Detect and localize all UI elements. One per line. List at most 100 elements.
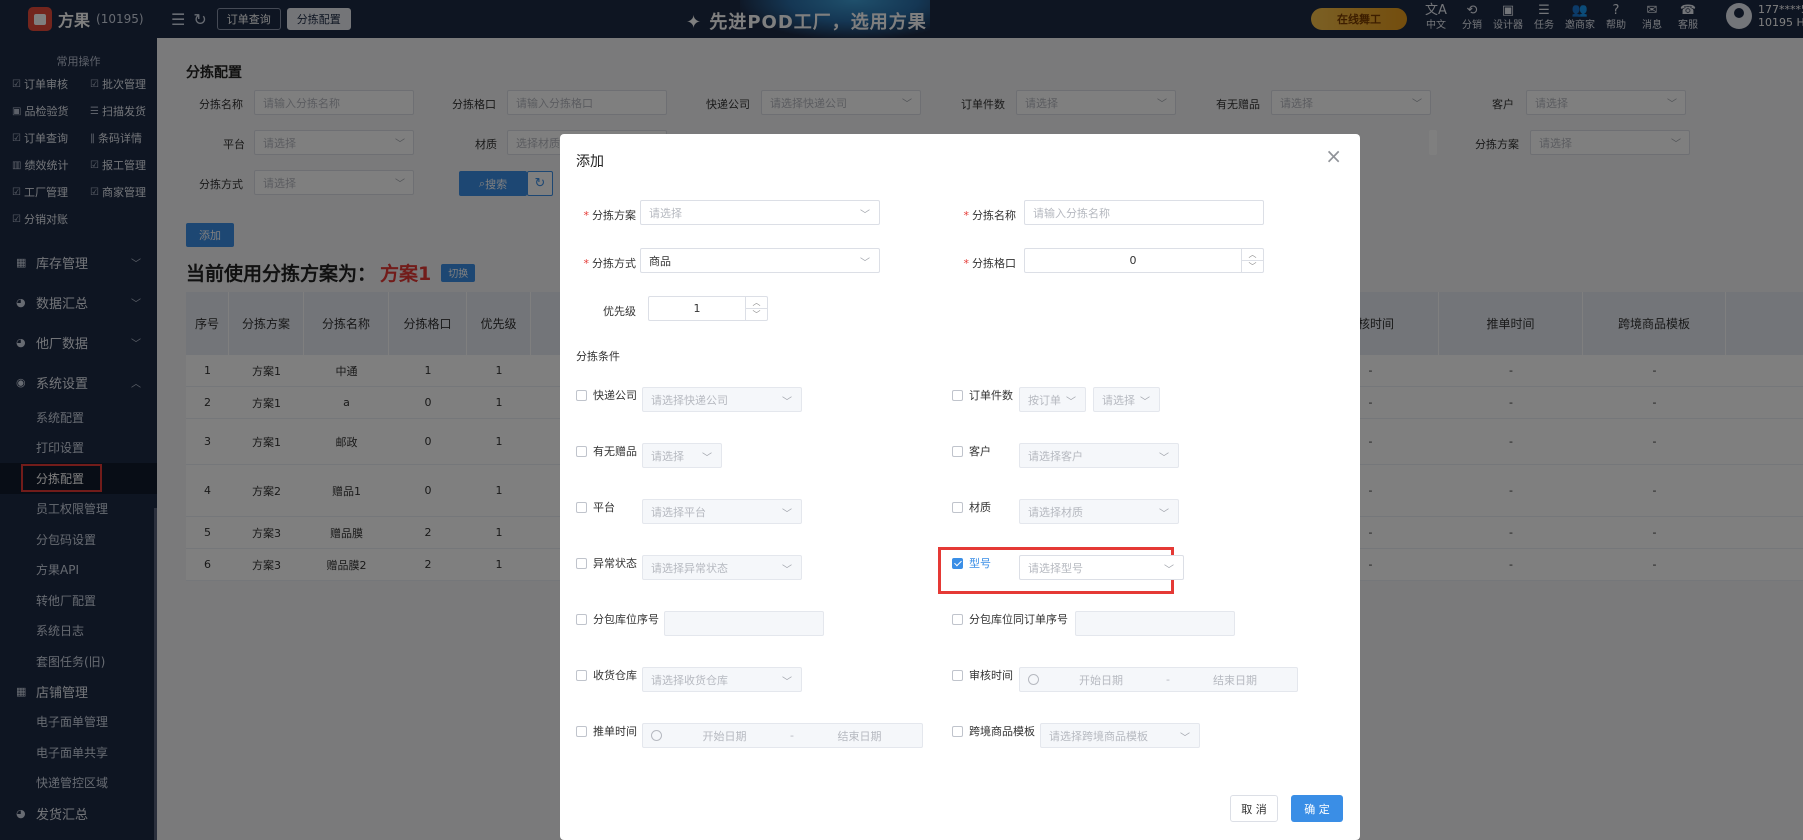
chevron-down-icon: ﹀ [1140, 397, 1150, 408]
date-end[interactable]: 结束日期 [797, 728, 922, 744]
cond-express[interactable]: 快递公司 [576, 387, 637, 403]
select-placeholder: 请选择 [651, 449, 684, 463]
cond-cross-template[interactable]: 跨境商品模板 [952, 723, 1035, 739]
audit-time-range[interactable]: 开始日期 - 结束日期 [1019, 667, 1298, 692]
date-start[interactable]: 开始日期 [1039, 672, 1163, 688]
checkbox[interactable] [576, 613, 587, 625]
push-time-range[interactable]: 开始日期 - 结束日期 [642, 723, 923, 748]
confirm-button[interactable]: 确 定 [1291, 795, 1343, 822]
cond-label: 跨境商品模板 [969, 725, 1035, 738]
field-label-plan: * 分拣方案 [576, 207, 637, 223]
model-select[interactable]: 请选择型号 ﹀ [1019, 555, 1184, 580]
pack-order-seq-input[interactable] [1075, 611, 1235, 636]
required-mark: * [963, 257, 970, 270]
material-select[interactable]: 请选择材质 ﹀ [1019, 499, 1179, 524]
chevron-down-icon: ﹀ [782, 565, 792, 576]
cond-gift[interactable]: 有无赠品 [576, 443, 637, 459]
cond-push-time[interactable]: 推单时间 [576, 723, 637, 739]
checkbox[interactable] [952, 669, 963, 681]
cond-warehouse[interactable]: 收货仓库 [576, 667, 637, 683]
stepper-value[interactable]: 0 [1025, 249, 1241, 272]
field-label-text: 分拣格口 [972, 257, 1016, 270]
select-placeholder: 请选择 [1102, 393, 1135, 407]
chevron-down-icon: ﹀ [860, 210, 870, 221]
checkbox[interactable] [576, 445, 587, 457]
order-count-mode-select[interactable]: 按订单 ﹀ [1019, 387, 1086, 412]
cond-label: 推单时间 [593, 725, 637, 738]
checkbox-checked[interactable] [952, 557, 963, 569]
chevron-down-icon: ﹀ [1180, 733, 1190, 744]
checkbox[interactable] [952, 725, 963, 737]
select-placeholder: 请选择型号 [1028, 561, 1083, 575]
checkbox[interactable] [952, 389, 963, 401]
decrement-icon[interactable]: ﹀ [1242, 261, 1263, 272]
cond-label: 快递公司 [593, 389, 637, 402]
decrement-icon[interactable]: ﹀ [746, 309, 767, 320]
cross-template-select[interactable]: 请选择跨境商品模板 ﹀ [1040, 723, 1200, 748]
chevron-down-icon: ﹀ [1164, 565, 1174, 576]
close-icon[interactable]: × [1325, 144, 1342, 168]
required-mark: * [583, 209, 590, 222]
cond-label: 客户 [969, 445, 991, 458]
required-mark: * [583, 257, 590, 270]
slot-stepper[interactable]: 0 ︿ ﹀ [1024, 248, 1264, 273]
cond-customer[interactable]: 客户 [952, 443, 991, 459]
clock-icon [651, 730, 662, 741]
checkbox[interactable] [952, 501, 963, 513]
cond-model[interactable]: 型号 [952, 555, 991, 571]
express-select[interactable]: 请选择快递公司 ﹀ [642, 387, 802, 412]
stepper-buttons: ︿ ﹀ [1241, 249, 1263, 272]
checkbox[interactable] [576, 389, 587, 401]
date-end[interactable]: 结束日期 [1173, 672, 1297, 688]
cond-abnormal[interactable]: 异常状态 [576, 555, 637, 571]
cond-label: 材质 [969, 501, 991, 514]
chevron-down-icon: ﹀ [782, 397, 792, 408]
checkbox[interactable] [576, 501, 587, 513]
order-count-select[interactable]: 请选择 ﹀ [1093, 387, 1160, 412]
cond-pack-seq[interactable]: 分包库位序号 [576, 611, 659, 627]
checkbox[interactable] [952, 445, 963, 457]
cond-pack-order-seq[interactable]: 分包库位同订单序号 [952, 611, 1068, 627]
cond-order-count[interactable]: 订单件数 [952, 387, 1013, 403]
required-mark: * [963, 209, 970, 222]
increment-icon[interactable]: ︿ [1242, 249, 1263, 261]
cond-label: 异常状态 [593, 557, 637, 570]
checkbox[interactable] [576, 725, 587, 737]
method-select[interactable]: 商品 ﹀ [640, 248, 880, 273]
select-placeholder: 请选择平台 [651, 505, 706, 519]
customer-select[interactable]: 请选择客户 ﹀ [1019, 443, 1179, 468]
abnormal-select[interactable]: 请选择异常状态 ﹀ [642, 555, 802, 580]
increment-icon[interactable]: ︿ [746, 297, 767, 309]
plan-select[interactable]: 请选择 ﹀ [640, 200, 880, 225]
chevron-down-icon: ﹀ [1066, 397, 1076, 408]
cond-label: 型号 [969, 557, 991, 570]
select-placeholder: 按订单 [1028, 393, 1061, 407]
warehouse-select[interactable]: 请选择收货仓库 ﹀ [642, 667, 802, 692]
pack-seq-input[interactable] [664, 611, 824, 636]
checkbox[interactable] [576, 557, 587, 569]
cond-platform[interactable]: 平台 [576, 499, 615, 515]
priority-stepper[interactable]: 1 ︿ ﹀ [648, 296, 768, 321]
platform-select[interactable]: 请选择平台 ﹀ [642, 499, 802, 524]
name-input[interactable]: 请输入分拣名称 [1024, 200, 1264, 225]
cancel-button[interactable]: 取 消 [1230, 795, 1278, 822]
field-label-slot: * 分拣格口 [956, 255, 1017, 271]
select-placeholder: 请选择材质 [1028, 505, 1083, 519]
select-placeholder: 请选择跨境商品模板 [1049, 729, 1148, 743]
date-start[interactable]: 开始日期 [662, 728, 787, 744]
select-placeholder: 请选择异常状态 [651, 561, 728, 575]
checkbox[interactable] [576, 669, 587, 681]
conditions-title: 分拣条件 [576, 350, 620, 363]
cond-audit-time[interactable]: 审核时间 [952, 667, 1013, 683]
checkbox[interactable] [952, 613, 963, 625]
date-separator: - [790, 729, 794, 742]
cond-label: 有无赠品 [593, 445, 637, 458]
field-label-name: * 分拣名称 [956, 207, 1017, 223]
chevron-down-icon: ﹀ [782, 509, 792, 520]
select-value: 商品 [649, 254, 671, 268]
gift-select[interactable]: 请选择 ﹀ [642, 443, 722, 468]
select-placeholder: 请选择快递公司 [651, 393, 728, 407]
cond-material[interactable]: 材质 [952, 499, 991, 515]
stepper-value[interactable]: 1 [649, 297, 745, 320]
date-separator: - [1166, 673, 1170, 686]
